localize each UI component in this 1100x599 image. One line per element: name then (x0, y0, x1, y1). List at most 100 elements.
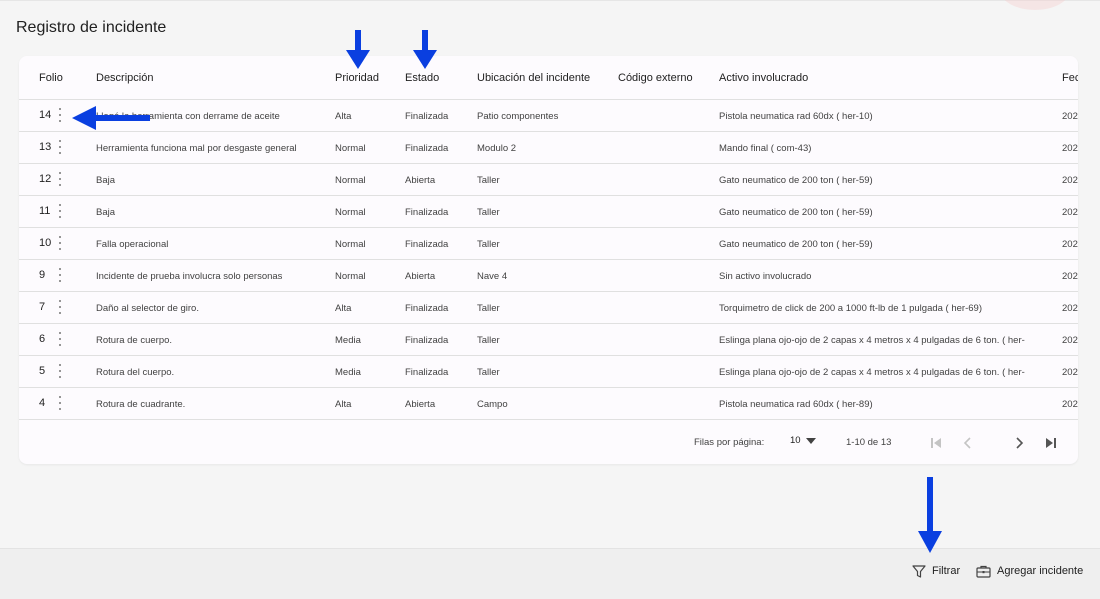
row-menu-kebab-icon[interactable] (56, 300, 64, 314)
cell-activo: Pistola neumatica rad 60dx ( her-89) (719, 399, 873, 410)
cell-prioridad: Normal (335, 207, 366, 218)
table-row[interactable]: 13 Herramienta funciona mal por desgaste … (19, 132, 1078, 164)
first-page-button[interactable] (928, 435, 944, 451)
column-header-estado[interactable]: Estado (405, 72, 439, 84)
cell-descripcion: Baja (96, 207, 116, 218)
cell-ubicacion: Taller (477, 303, 500, 314)
cell-folio: 5 (39, 365, 46, 377)
page-title: Registro de incidente (16, 19, 167, 36)
column-header-activo[interactable]: Activo involucrado (719, 72, 808, 84)
caret-down-icon (805, 437, 816, 444)
cell-activo: Gato neumatico de 200 ton ( her-59) (719, 239, 873, 250)
table-row[interactable]: 12 Baja Normal Abierta Taller Gato neumatico … (19, 164, 1078, 196)
cell-ubicacion: Nave 4 (477, 271, 508, 282)
briefcase-icon (976, 565, 991, 578)
table-row[interactable]: 14 Llegó la herramienta con derrame de ac… (19, 100, 1078, 132)
cell-ubicacion: Campo (477, 399, 508, 410)
annotation-arrow-down-prioridad (346, 30, 370, 69)
table-row[interactable]: 4 Rotura de cuadrante. Alta Abierta Campo Pis… (19, 388, 1078, 420)
rows-per-page-label: Filas por página: (694, 437, 765, 448)
row-menu-kebab-icon[interactable] (56, 172, 64, 186)
rows-per-page-value: 10 (790, 435, 801, 446)
table-row[interactable]: 9 Incidente de prueba involucra solo pers… (19, 260, 1078, 292)
add-incident-button[interactable]: Agregar incidente (976, 563, 1083, 579)
table-row[interactable]: 6 Rotura de cuerpo. Media Finalizada Taller E… (19, 324, 1078, 356)
cell-estado: Finalizada (405, 143, 449, 154)
table-row[interactable]: 5 Rotura del cuerpo. Media Finalizada Taller… (19, 356, 1078, 388)
add-incident-label: Agregar incidente (997, 565, 1084, 577)
cell-ubicacion: Taller (477, 175, 500, 186)
annotation-arrow-down-filter (918, 477, 942, 553)
row-menu-kebab-icon[interactable] (56, 108, 64, 122)
cell-activo: Gato neumatico de 200 ton ( her-59) (719, 207, 873, 218)
cell-ubicacion: Taller (477, 239, 500, 250)
cell-estado: Finalizada (405, 207, 449, 218)
cell-descripcion: Rotura de cuerpo. (96, 335, 173, 346)
previous-page-button[interactable] (960, 435, 976, 451)
row-menu-kebab-icon[interactable] (56, 140, 64, 154)
last-page-icon (1046, 438, 1056, 448)
row-menu-kebab-icon[interactable] (56, 364, 64, 378)
cell-activo: Pistola neumatica rad 60dx ( her-10) (719, 111, 873, 122)
cell-folio: 6 (39, 333, 46, 345)
cell-descripcion: Herramienta funciona mal por desgaste ge… (96, 143, 297, 154)
column-header-prioridad[interactable]: Prioridad (335, 72, 379, 84)
cell-prioridad: Normal (335, 143, 366, 154)
column-header-fecha[interactable]: Fec (1062, 72, 1078, 84)
cell-estado: Finalizada (405, 239, 449, 250)
column-header-descripcion[interactable]: Descripción (96, 72, 153, 84)
column-header-codigo-externo[interactable]: Código externo (618, 72, 693, 84)
row-menu-kebab-icon[interactable] (56, 332, 64, 346)
cell-prioridad: Alta (335, 303, 352, 314)
cell-folio: 14 (39, 109, 52, 121)
cell-descripcion: Incidente de prueba involucra solo perso… (96, 271, 283, 282)
column-header-ubicacion[interactable]: Ubicación del incidente (477, 72, 590, 84)
cell-prioridad: Media (335, 335, 361, 346)
table-pagination: Filas por página: 10 1-10 de 13 (19, 426, 1078, 464)
table-row[interactable]: 7 Daño al selector de giro. Alta Finalizada… (19, 292, 1078, 324)
cell-activo: Gato neumatico de 200 ton ( her-59) (719, 175, 873, 186)
filter-button[interactable]: Filtrar (912, 563, 960, 579)
cell-estado: Abierta (405, 399, 436, 410)
table-row[interactable]: 10 Falla operacional Normal Finalizada Talle… (19, 228, 1078, 260)
cell-fecha: 202 (1062, 271, 1078, 282)
cell-prioridad: Normal (335, 271, 366, 282)
cell-prioridad: Alta (335, 111, 352, 122)
first-page-icon (931, 438, 941, 448)
cell-folio: 9 (39, 269, 46, 281)
cell-fecha: 202 (1062, 175, 1078, 186)
bottom-action-bar: Filtrar Agregar incidente (0, 548, 1100, 599)
cell-fecha: 202 (1062, 111, 1078, 122)
row-menu-kebab-icon[interactable] (56, 236, 64, 250)
filter-label: Filtrar (932, 565, 961, 577)
cell-folio: 7 (39, 301, 46, 313)
next-page-button[interactable] (1011, 435, 1027, 451)
cell-descripcion: Rotura del cuerpo. (96, 367, 175, 378)
cell-descripcion: Daño al selector de giro. (96, 303, 199, 314)
row-menu-kebab-icon[interactable] (56, 204, 64, 218)
table-row[interactable]: 11 Baja Normal Finalizada Taller Gato neumati… (19, 196, 1078, 228)
row-menu-kebab-icon[interactable] (56, 396, 64, 410)
cell-ubicacion: Taller (477, 367, 500, 378)
cell-activo: Eslinga plana ojo-ojo de 2 capas x 4 met… (719, 335, 1025, 346)
chevron-right-icon (1016, 437, 1024, 449)
cell-activo: Mando final ( com-43) (719, 143, 812, 154)
row-menu-kebab-icon[interactable] (56, 268, 64, 282)
cell-folio: 12 (39, 173, 52, 185)
cell-descripcion: Rotura de cuadrante. (96, 399, 186, 410)
cell-estado: Abierta (405, 271, 436, 282)
cell-estado: Finalizada (405, 335, 449, 346)
last-page-button[interactable] (1043, 435, 1059, 451)
cell-descripcion: Baja (96, 175, 116, 186)
cell-activo: Sin activo involucrado (719, 271, 812, 282)
rows-per-page-select[interactable]: 10 (790, 435, 816, 446)
cell-ubicacion: Patio componentes (477, 111, 559, 122)
table-header-row: Folio Descripción Prioridad Estado Ubica… (19, 56, 1078, 100)
filter-icon (912, 564, 926, 578)
cell-activo: Eslinga plana ojo-ojo de 2 capas x 4 met… (719, 367, 1025, 378)
cell-prioridad: Normal (335, 239, 366, 250)
column-header-folio[interactable]: Folio (39, 72, 63, 84)
cell-estado: Abierta (405, 175, 436, 186)
cell-activo: Torquimetro de click de 200 a 1000 ft-lb… (719, 303, 982, 314)
cell-prioridad: Alta (335, 399, 352, 410)
